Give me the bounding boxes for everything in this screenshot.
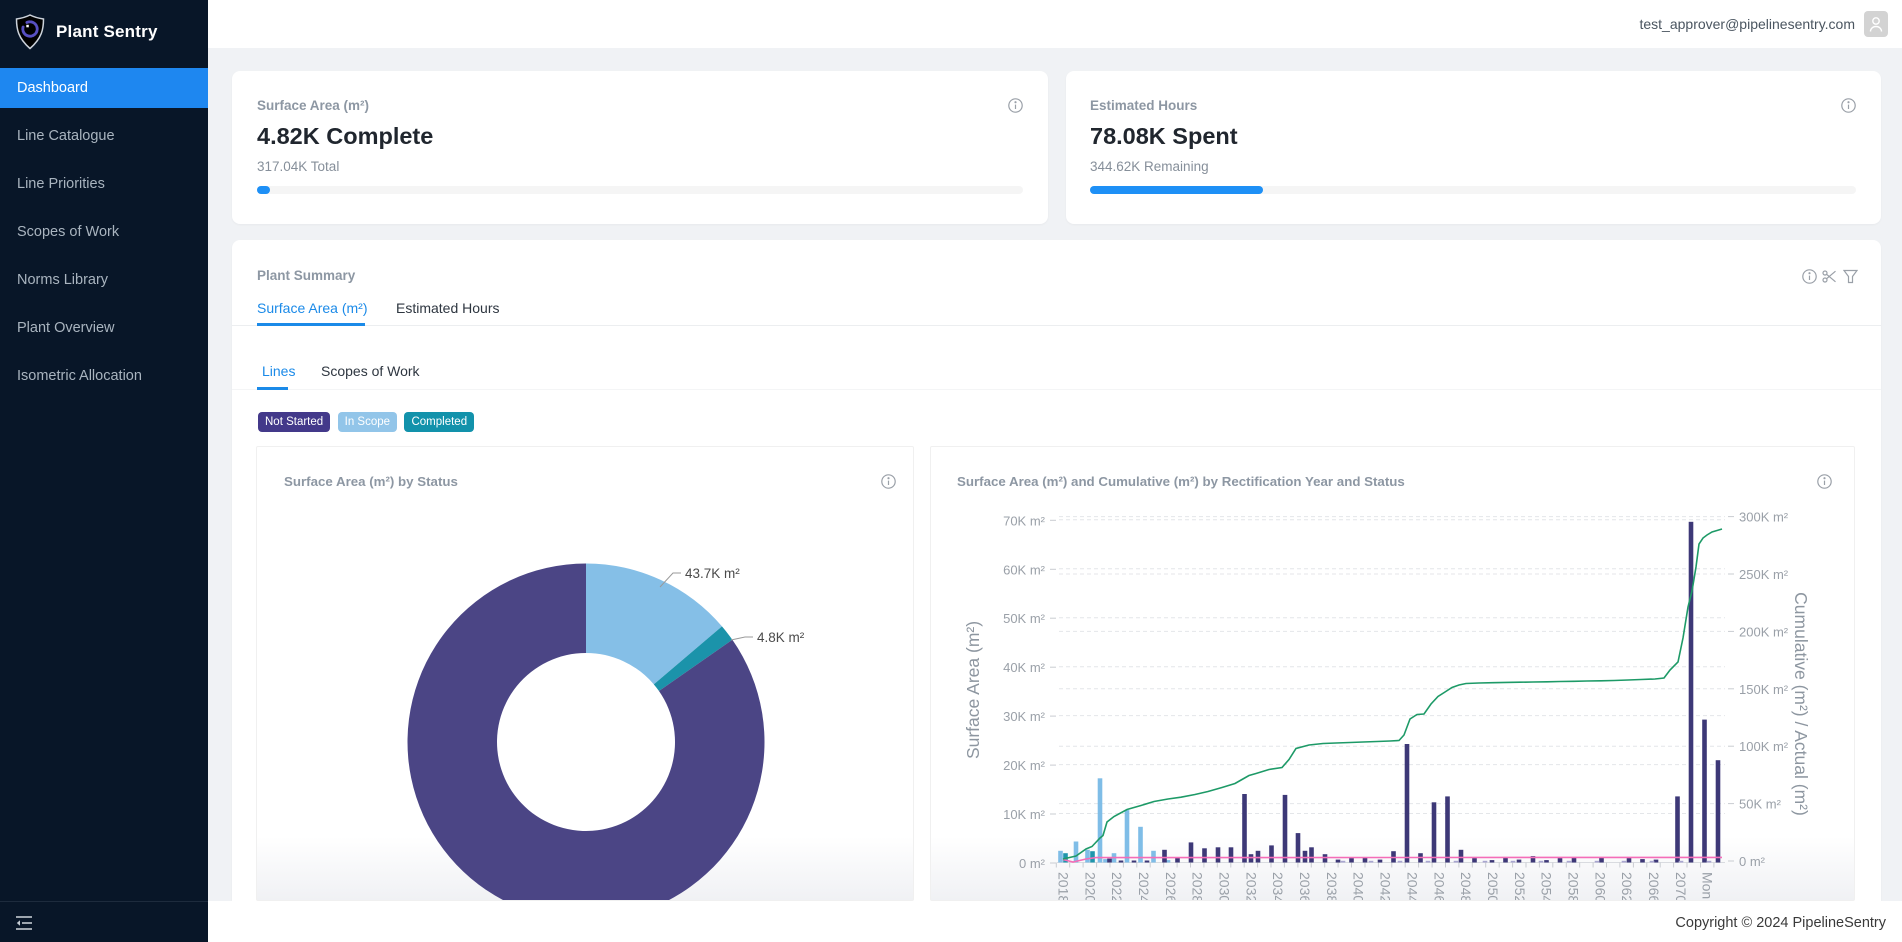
svg-text:300K m²: 300K m² xyxy=(1739,510,1789,525)
svg-text:4.8K m²: 4.8K m² xyxy=(757,630,805,645)
svg-text:2052: 2052 xyxy=(1512,872,1528,901)
svg-text:200K m²: 200K m² xyxy=(1739,624,1789,639)
svg-text:2028: 2028 xyxy=(1190,872,1206,901)
svg-text:2030: 2030 xyxy=(1217,872,1233,901)
svg-text:Surface Area (m²): Surface Area (m²) xyxy=(963,621,983,759)
svg-text:2040: 2040 xyxy=(1351,872,1367,901)
svg-text:30K m²: 30K m² xyxy=(1003,709,1046,724)
svg-text:2036: 2036 xyxy=(1297,872,1313,901)
svg-text:10K m²: 10K m² xyxy=(1003,807,1046,822)
svg-text:2044: 2044 xyxy=(1404,872,1420,901)
svg-text:60K m²: 60K m² xyxy=(1003,562,1046,577)
svg-text:2042: 2042 xyxy=(1378,872,1394,901)
svg-text:2020: 2020 xyxy=(1082,872,1098,901)
svg-text:2070: 2070 xyxy=(1673,872,1689,901)
svg-text:Monit: Monit xyxy=(1700,872,1716,901)
svg-text:2054: 2054 xyxy=(1539,872,1555,901)
svg-text:50K m²: 50K m² xyxy=(1003,611,1046,626)
svg-text:50K m²: 50K m² xyxy=(1739,797,1782,812)
svg-text:2024: 2024 xyxy=(1136,872,1152,901)
svg-text:Cumulative (m²) / Actual (m²): Cumulative (m²) / Actual (m²) xyxy=(1791,592,1811,816)
svg-text:2032: 2032 xyxy=(1243,872,1259,901)
svg-text:2060: 2060 xyxy=(1592,872,1608,901)
svg-text:2050: 2050 xyxy=(1485,872,1501,901)
svg-text:2034: 2034 xyxy=(1270,872,1286,901)
svg-text:2048: 2048 xyxy=(1458,872,1474,901)
svg-text:150K m²: 150K m² xyxy=(1739,682,1789,697)
svg-text:2062: 2062 xyxy=(1619,872,1635,901)
svg-text:70K m²: 70K m² xyxy=(1003,513,1046,528)
svg-text:0 m²: 0 m² xyxy=(1739,854,1766,869)
svg-text:2066: 2066 xyxy=(1646,872,1662,901)
svg-text:250K m²: 250K m² xyxy=(1739,567,1789,582)
svg-text:2058: 2058 xyxy=(1566,872,1582,901)
svg-text:2026: 2026 xyxy=(1163,872,1179,901)
svg-text:100K m²: 100K m² xyxy=(1739,739,1789,754)
svg-text:2022: 2022 xyxy=(1109,872,1125,901)
svg-text:2046: 2046 xyxy=(1431,872,1447,901)
svg-text:43.7K m²: 43.7K m² xyxy=(685,566,740,581)
svg-text:20K m²: 20K m² xyxy=(1003,758,1046,773)
svg-text:2038: 2038 xyxy=(1324,872,1340,901)
svg-text:40K m²: 40K m² xyxy=(1003,660,1046,675)
svg-text:2018: 2018 xyxy=(1056,872,1072,901)
svg-text:0 m²: 0 m² xyxy=(1019,856,1046,871)
